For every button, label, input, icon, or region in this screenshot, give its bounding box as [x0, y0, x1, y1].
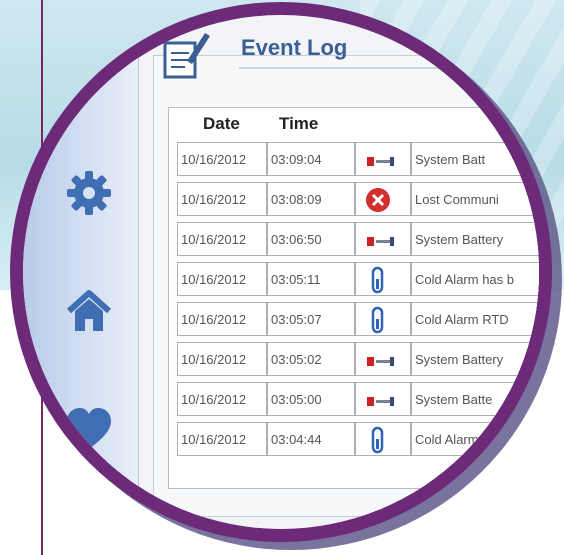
table-row[interactable]: 10/16/2012 03:08:09 Lost Communi: [177, 180, 539, 220]
date-cell: 10/16/2012: [177, 382, 267, 416]
event-log-icon: [161, 27, 213, 83]
date-cell: 10/16/2012: [177, 422, 267, 456]
table-body: 10/16/2012 03:09:04 System Batt 10/16/20…: [177, 140, 539, 460]
message-cell: Lost Communi: [411, 182, 539, 216]
event-log-table: Date Time 10/16/2012 03:09:04 System Bat…: [168, 107, 539, 489]
battery-icon: [355, 222, 411, 256]
table-row[interactable]: 10/16/2012 03:04:44 Cold Alarm: [177, 420, 539, 460]
message-cell: System Batt: [411, 142, 539, 176]
date-cell: 10/16/2012: [177, 262, 267, 296]
table-row[interactable]: 10/16/2012 03:09:04 System Batt: [177, 140, 539, 180]
time-cell: 03:05:02: [267, 342, 355, 376]
time-cell: 03:09:04: [267, 142, 355, 176]
heart-icon[interactable]: [63, 403, 115, 455]
time-cell: 03:08:09: [267, 182, 355, 216]
battery-icon: [355, 382, 411, 416]
table-row[interactable]: 10/16/2012 03:06:50 System Battery: [177, 220, 539, 260]
table-row[interactable]: 10/16/2012 03:05:07 Cold Alarm RTD: [177, 300, 539, 340]
page-title: Event Log: [241, 35, 348, 60]
message-cell: System Batte: [411, 382, 539, 416]
battery-icon: [355, 342, 411, 376]
message-cell: System Battery: [411, 222, 539, 256]
sidebar: [23, 15, 139, 529]
thermometer-icon: [355, 422, 411, 456]
column-header-time[interactable]: Time: [279, 114, 318, 134]
time-cell: 03:05:07: [267, 302, 355, 336]
time-cell: 03:04:44: [267, 422, 355, 456]
table-row[interactable]: 10/16/2012 03:05:11 Cold Alarm has b: [177, 260, 539, 300]
magnifier-lens: Event Log Date Time 10/16/2012 03:09:04 …: [10, 2, 552, 542]
table-row[interactable]: 10/16/2012 03:05:02 System Battery: [177, 340, 539, 380]
time-cell: 03:06:50: [267, 222, 355, 256]
date-cell: 10/16/2012: [177, 302, 267, 336]
message-cell: Cold Alarm has b: [411, 262, 539, 296]
thermometer-icon: [355, 302, 411, 336]
error-icon: [355, 182, 411, 216]
message-cell: Cold Alarm RTD: [411, 302, 539, 336]
table-row[interactable]: 10/16/2012 03:05:00 System Batte: [177, 380, 539, 420]
time-cell: 03:05:00: [267, 382, 355, 416]
date-cell: 10/16/2012: [177, 142, 267, 176]
date-cell: 10/16/2012: [177, 342, 267, 376]
date-cell: 10/16/2012: [177, 182, 267, 216]
battery-icon: [355, 142, 411, 176]
title-divider: [239, 67, 539, 69]
message-cell: Cold Alarm: [411, 422, 539, 456]
home-icon[interactable]: [63, 285, 115, 337]
message-cell: System Battery: [411, 342, 539, 376]
column-header-date[interactable]: Date: [203, 114, 240, 134]
time-cell: 03:05:11: [267, 262, 355, 296]
settings-gear-icon[interactable]: [63, 167, 115, 219]
thermometer-icon: [355, 262, 411, 296]
date-cell: 10/16/2012: [177, 222, 267, 256]
